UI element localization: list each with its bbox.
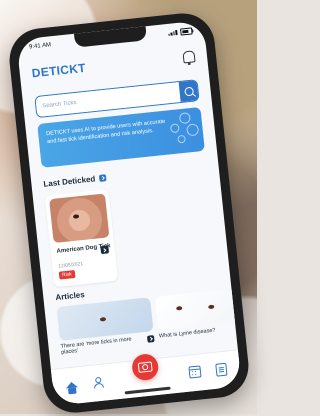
banner-text: DETICKT uses AI to provide users with ac… (45, 118, 166, 145)
chevron-right-icon (146, 335, 155, 343)
home-icon (65, 381, 78, 389)
section-last-deticked[interactable]: Last Deticked (43, 173, 107, 189)
search-button[interactable] (178, 80, 199, 102)
camera-icon (137, 361, 153, 373)
banner-decor (165, 111, 202, 148)
phone-mockup: 9:41 AM DETICKT DETICKT uses AI to provi… (6, 10, 252, 416)
tick-photo (49, 193, 110, 244)
open-card-icon (100, 245, 110, 255)
app-screen: 9:41 AM DETICKT DETICKT uses AI to provi… (16, 20, 242, 406)
section-title-last-deticked: Last Deticked (43, 174, 96, 189)
calendar-icon (188, 365, 202, 379)
article-card[interactable]: What is Lyme disease? (154, 286, 242, 355)
article-image (154, 286, 242, 331)
signal-icon (168, 29, 178, 36)
battery-icon (179, 26, 193, 36)
article-image (56, 297, 154, 341)
tick-image-spot (176, 305, 183, 311)
user-icon (92, 377, 103, 388)
app-logo: DETICKT (31, 60, 87, 81)
section-articles: Articles (55, 290, 85, 302)
info-banner: DETICKT uses AI to provide users with ac… (37, 106, 205, 168)
nav-documents[interactable] (211, 359, 231, 379)
tick-image-spot (208, 304, 215, 310)
last-deticked-card[interactable]: American Dog Tick 12/05/2021 Risk (44, 189, 118, 288)
tick-date: 12/05/2021 (57, 261, 84, 270)
chevron-right-icon (98, 174, 107, 182)
search-icon (183, 86, 194, 97)
doc-icon (214, 362, 227, 377)
risk-badge: Risk (58, 270, 76, 280)
status-icons (168, 26, 193, 37)
home-indicator (124, 386, 171, 395)
scan-button[interactable] (130, 352, 160, 382)
status-time: 9:41 AM (28, 42, 52, 51)
bell-icon[interactable] (182, 50, 196, 64)
nav-home[interactable] (62, 375, 82, 395)
app-header: DETICKT (31, 47, 196, 82)
nav-calendar[interactable] (185, 362, 205, 382)
section-title-articles: Articles (54, 290, 86, 303)
tick-image-spot (99, 317, 107, 322)
nav-profile[interactable] (88, 372, 108, 392)
